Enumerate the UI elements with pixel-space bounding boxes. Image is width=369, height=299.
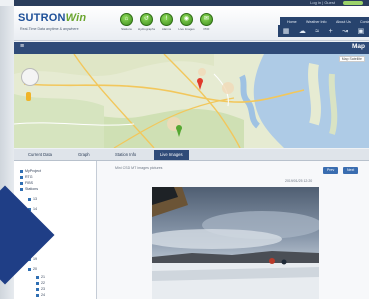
tree-item[interactable]: 21	[36, 275, 45, 279]
quick-action-label: Stations	[121, 27, 132, 31]
map-canvas	[14, 54, 369, 148]
tab-station-info[interactable]: Station Info	[109, 150, 142, 160]
station-icon	[36, 293, 39, 297]
street-view-icon[interactable]	[26, 92, 31, 101]
quick-action-stations[interactable]: ⌂ Stations	[120, 13, 133, 31]
logo-tagline: Real-Time Data anytime & anywhere	[20, 27, 79, 31]
tree-item[interactable]: MyProject	[20, 169, 41, 173]
folder-icon	[20, 169, 23, 173]
wind-icon[interactable]: ↝	[342, 27, 348, 35]
station-icon	[36, 275, 39, 279]
camera-photo	[152, 187, 319, 299]
wave-icon[interactable]: ≈	[315, 28, 319, 35]
pan-control[interactable]	[21, 68, 39, 86]
live-images-panel: Mini CSD MT images pictures Prev Next 20…	[97, 161, 369, 299]
tree-item[interactable]: 22	[36, 281, 45, 285]
quick-action-label: Live Images	[178, 27, 195, 31]
prev-button[interactable]: Prev	[323, 167, 339, 174]
station-icon	[28, 267, 31, 271]
tab-live-images[interactable]: Live Images	[154, 150, 189, 160]
quick-action-label: PDF	[203, 27, 210, 31]
station-icon	[28, 197, 31, 201]
app-window: Log in | Guest SUTRONWin Real-Time Data …	[0, 0, 369, 299]
tree-item[interactable]: FIBS	[20, 181, 33, 185]
cloud-icon[interactable]: ☁	[299, 27, 306, 35]
map-title-bar: ≡ Map	[14, 42, 369, 54]
tool-icons: ▦ ☁ ≈ + ↝ ▣	[278, 25, 369, 37]
map-title: Map	[352, 43, 365, 50]
logo-win-text: Win	[65, 12, 87, 24]
camera-icon: ◉	[180, 13, 193, 26]
tree-item[interactable]: Stations	[20, 187, 38, 191]
quick-action-pdf[interactable]: ✉ PDF	[200, 13, 213, 31]
quick-action-alarms[interactable]: ! Alarms	[160, 13, 173, 31]
folder-icon	[20, 187, 23, 191]
tab-graph[interactable]: Graph	[72, 150, 96, 160]
mail-icon: ✉	[200, 13, 213, 26]
tab-current-data[interactable]: Current Data	[22, 150, 58, 160]
map-type-control[interactable]: Map Satellite	[338, 56, 365, 62]
tree-item[interactable]: 23	[36, 287, 45, 291]
logo-text: SUTRON	[18, 12, 66, 24]
image-timestamp: 2019/01/25 12:20	[285, 179, 313, 183]
camera-icon[interactable]: ▣	[358, 27, 365, 35]
map-view[interactable]: Map Satellite	[14, 54, 369, 148]
app-logo[interactable]: SUTRONWin	[18, 12, 86, 24]
tree-item[interactable]: 20	[28, 267, 37, 271]
quick-action-label: Alarms	[161, 27, 172, 31]
station-icon	[36, 287, 39, 291]
folder-icon	[20, 181, 23, 185]
image-caption: Mini CSD MT images pictures	[115, 166, 163, 170]
station-icon	[36, 281, 39, 285]
folder-icon	[20, 175, 23, 179]
map-icon[interactable]: ▦	[283, 27, 290, 35]
tab-bar: Current Data Graph Station Info Live Ima…	[14, 149, 369, 161]
tree-item[interactable]: 24	[36, 293, 45, 297]
toggle-switch[interactable]	[343, 1, 363, 5]
live-camera-image[interactable]	[152, 187, 319, 299]
home-icon: ⌂	[120, 13, 133, 26]
tree-item[interactable]: RTG	[20, 175, 33, 179]
quick-actions: ⌂ Stations ↺ Hydrographs ! Alarms ◉ Live…	[120, 13, 213, 31]
quick-action-label: Hydrographs	[137, 27, 156, 31]
alert-icon: !	[160, 13, 173, 26]
tree-item[interactable]: 13	[28, 197, 37, 201]
refresh-icon: ↺	[140, 13, 153, 26]
menu-icon[interactable]: ≡	[20, 43, 24, 50]
next-button[interactable]: Next	[343, 167, 359, 174]
quick-action-hydrographs[interactable]: ↺ Hydrographs	[137, 13, 156, 31]
quick-action-live-images[interactable]: ◉ Live Images	[178, 13, 195, 31]
plus-icon[interactable]: +	[329, 28, 333, 35]
